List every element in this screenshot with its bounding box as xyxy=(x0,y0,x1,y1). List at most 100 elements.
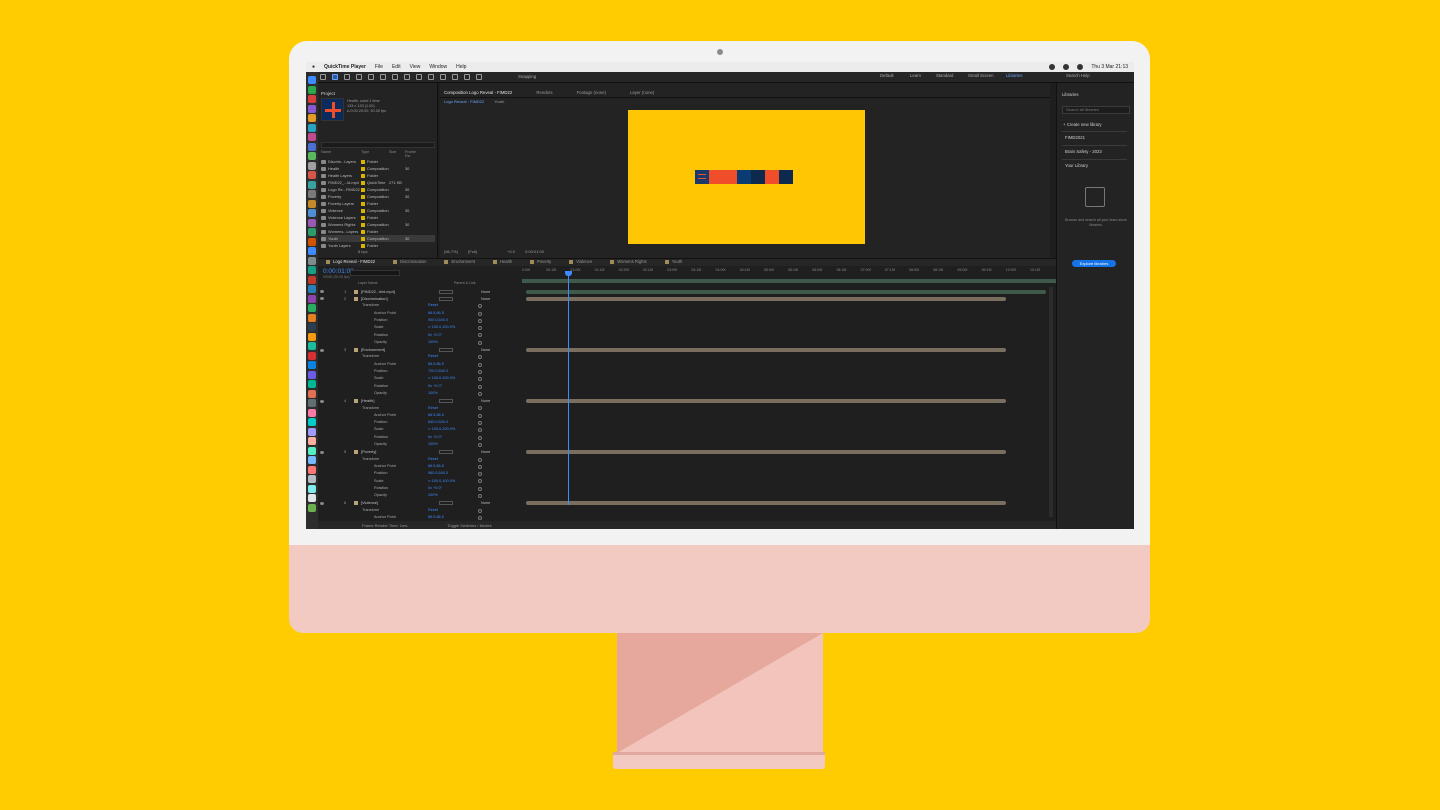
library-search-input[interactable]: Search all libraries xyxy=(1062,106,1130,114)
property-row[interactable]: Position 720.0,540.0 xyxy=(318,368,518,375)
rotate-tool-icon[interactable] xyxy=(368,74,374,80)
visibility-eye-icon[interactable] xyxy=(320,501,324,505)
dock-app-icon[interactable] xyxy=(308,370,316,379)
layer-duration-bar[interactable] xyxy=(526,501,1006,506)
property-value[interactable]: 960.0,540.0 xyxy=(428,471,448,476)
zoom-select[interactable]: (66.7%) xyxy=(444,249,458,254)
project-list-item[interactable]: Health Composition 30 xyxy=(321,165,435,172)
workspace-libraries[interactable]: Libraries xyxy=(1006,73,1022,78)
layer-row[interactable]: 6 [Violence] None xyxy=(318,500,518,507)
property-row[interactable]: Anchor Point 66.5,66.5 xyxy=(318,463,518,470)
parent-select[interactable]: None xyxy=(481,289,490,294)
layer-switches[interactable] xyxy=(439,348,453,353)
clock[interactable]: Thu 3 Mar 21:13 xyxy=(1091,64,1128,70)
selection-tool-icon[interactable] xyxy=(332,74,338,80)
property-row[interactable]: Scale ∞ 100.0,100.0% xyxy=(318,427,518,434)
keyframe-toggle-icon[interactable] xyxy=(478,369,482,374)
col-name[interactable]: Name xyxy=(321,150,361,156)
layer-row[interactable]: 4 [Health] None xyxy=(318,398,518,405)
comp-crumb-youth[interactable]: Youth xyxy=(494,100,504,104)
transform-group[interactable]: Transform Reset xyxy=(318,507,518,514)
tab-footage[interactable]: Footage (none) xyxy=(577,91,606,96)
property-value[interactable]: 720.0,540.0 xyxy=(428,369,448,374)
dock-app-icon[interactable] xyxy=(308,380,316,388)
layer-duration-bar[interactable] xyxy=(526,289,1046,294)
dock-app-icon[interactable] xyxy=(308,494,316,502)
visibility-eye-icon[interactable] xyxy=(320,348,324,352)
property-row[interactable]: Rotation 0x +0.0° xyxy=(318,485,518,492)
project-list-item[interactable]: Violence Composition 30 xyxy=(321,207,435,214)
layer-switches[interactable] xyxy=(439,296,453,301)
dock-app-icon[interactable] xyxy=(308,484,316,493)
property-row[interactable]: Rotation 0x +0.0° xyxy=(318,434,518,441)
project-list-item[interactable]: Womens...Layers Folder xyxy=(321,228,435,235)
timeline-tab[interactable]: Logo Reveal - FIMD22 xyxy=(326,260,375,265)
keyframe-toggle-icon[interactable] xyxy=(478,304,482,309)
explore-libraries-button[interactable]: Explore libraries xyxy=(1072,260,1116,267)
layer-row[interactable]: 3 [Environment] None xyxy=(318,346,518,353)
visibility-eye-icon[interactable] xyxy=(320,450,324,454)
dock-app-icon[interactable] xyxy=(308,503,316,512)
property-value[interactable]: ∞ 100.0,100.0% xyxy=(428,479,455,484)
property-row[interactable]: Scale ∞ 100.0,100.0% xyxy=(318,376,518,383)
property-value[interactable]: 66.5,66.5 xyxy=(428,362,444,367)
record-icon[interactable] xyxy=(1049,64,1056,70)
dock-app-icon[interactable] xyxy=(308,76,316,84)
dock-app-icon[interactable] xyxy=(308,342,316,350)
layer-switches[interactable] xyxy=(439,501,453,506)
property-row[interactable]: Position 840.0,540.0 xyxy=(318,419,518,426)
project-list-item[interactable]: Youth Layers Folder xyxy=(321,242,435,249)
timeline-tab[interactable]: Youth xyxy=(664,260,682,265)
tab-composition[interactable]: Composition Logo Reveal - FIMD22 xyxy=(444,91,512,96)
timeline-tab[interactable]: Womens Rights xyxy=(610,260,647,265)
property-value[interactable]: ∞ 100.0,100.0% xyxy=(428,377,455,381)
layer-label-color[interactable] xyxy=(354,296,358,301)
dock-app-icon[interactable] xyxy=(308,218,316,227)
layer-duration-bar[interactable] xyxy=(526,399,1006,403)
property-row[interactable]: Opacity 100% xyxy=(318,390,518,397)
keyframe-toggle-icon[interactable] xyxy=(478,362,482,367)
project-list-item[interactable]: Logo Re...FIMD22 Composition 30 xyxy=(321,186,435,193)
dock-app-icon[interactable] xyxy=(308,437,316,445)
timeline-tab[interactable]: Health xyxy=(492,260,512,265)
property-value[interactable]: Reset xyxy=(428,508,438,513)
dock-app-icon[interactable] xyxy=(308,95,316,103)
pan-tool-icon[interactable] xyxy=(392,74,398,80)
timeline-scrollbar[interactable] xyxy=(1049,287,1053,517)
property-value[interactable]: 100% xyxy=(428,442,438,447)
dock-app-icon[interactable] xyxy=(308,199,316,208)
layer-name[interactable]: [FIMD22...ield.mp4] xyxy=(361,289,421,294)
time-ruler[interactable]: 0:00f 00:15f 01:00f 01:15f 02:00f 02:15f 03:00… xyxy=(522,268,1056,277)
dock-app-icon[interactable] xyxy=(308,228,316,236)
property-row[interactable]: Scale ∞ 100.0,100.0% xyxy=(318,478,518,485)
keyframe-toggle-icon[interactable] xyxy=(478,413,482,418)
toggle-switches-modes[interactable]: Toggle Switches / Modes xyxy=(447,523,491,528)
comp-timecode[interactable]: 0:00:01:00 xyxy=(525,249,544,254)
dock-app-icon[interactable] xyxy=(308,332,316,341)
timeline-tab[interactable]: Environment xyxy=(444,260,475,265)
keyframe-toggle-icon[interactable] xyxy=(478,479,482,484)
col-type[interactable]: Type xyxy=(361,150,389,156)
menu-window[interactable]: Window xyxy=(429,64,447,70)
current-time-indicator[interactable] xyxy=(568,273,569,505)
property-value[interactable]: 900.0,540.0 xyxy=(428,318,448,323)
dock-app-icon[interactable] xyxy=(308,294,316,303)
keyframe-toggle-icon[interactable] xyxy=(478,340,482,345)
project-list-item[interactable]: Poverty Layers Folder xyxy=(321,200,435,207)
keyframe-toggle-icon[interactable] xyxy=(478,391,482,396)
pen-tool-icon[interactable] xyxy=(416,74,422,80)
keyframe-toggle-icon[interactable] xyxy=(478,355,482,360)
property-value[interactable]: 0x +0.0° xyxy=(428,333,442,338)
keyframe-toggle-icon[interactable] xyxy=(478,472,482,477)
property-value[interactable]: Reset xyxy=(428,457,438,462)
dock-app-icon[interactable] xyxy=(308,285,316,293)
property-row[interactable]: Anchor Point 66.5,66.5 xyxy=(318,361,518,368)
type-tool-icon[interactable] xyxy=(428,74,434,80)
search-help[interactable]: Search Help xyxy=(1066,73,1090,78)
transform-group[interactable]: Transform Reset xyxy=(318,354,518,361)
property-value[interactable]: 100% xyxy=(428,391,438,396)
layer-name[interactable]: [Violence] xyxy=(361,501,421,505)
property-value[interactable]: Reset xyxy=(428,355,438,359)
puppet-tool-icon[interactable] xyxy=(476,74,482,80)
property-value[interactable]: 0x +0.0° xyxy=(428,486,442,491)
